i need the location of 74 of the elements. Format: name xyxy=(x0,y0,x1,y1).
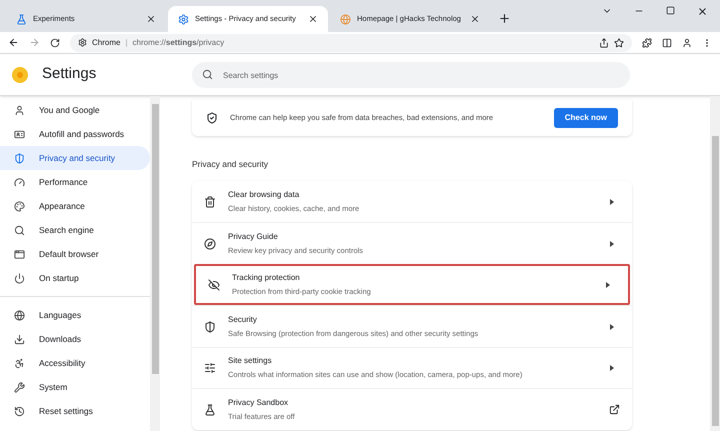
eye-off-icon xyxy=(208,278,220,290)
globe-icon xyxy=(340,14,351,24)
scrollbar[interactable] xyxy=(150,96,160,431)
side-panel-icon[interactable] xyxy=(662,38,672,48)
row-title: Security xyxy=(228,314,258,326)
download-icon xyxy=(14,334,25,344)
sidebar-item[interactable]: Appearance xyxy=(0,194,150,218)
check-now-button[interactable]: Check now xyxy=(554,108,618,128)
person-icon xyxy=(14,104,25,116)
row-title: Privacy Sandbox xyxy=(228,396,290,409)
new-tab-icon[interactable] xyxy=(498,12,511,25)
sidebar-item[interactable]: Autofill and passwords xyxy=(0,122,150,146)
maximize-icon[interactable] xyxy=(666,6,675,15)
address-bar[interactable]: Chrome | chrome://settings/privacy xyxy=(70,34,632,52)
accessibility-icon xyxy=(14,358,25,368)
sidebar-item[interactable]: Reset settings xyxy=(0,399,150,423)
palette-icon xyxy=(14,200,25,212)
sidebar-item[interactable]: You and Google xyxy=(0,98,150,122)
sidebar-item[interactable]: System xyxy=(0,375,150,399)
scrollbar[interactable] xyxy=(710,96,720,431)
reload-icon[interactable] xyxy=(50,38,60,48)
sidebar-item[interactable]: Accessibility xyxy=(0,351,150,375)
gauge-icon xyxy=(14,176,25,188)
sidebar-item[interactable]: Search engine xyxy=(0,218,150,242)
sliders-icon xyxy=(204,362,216,374)
row-title: Privacy Guide xyxy=(228,230,279,243)
settings-logo-icon xyxy=(12,66,28,82)
search-field[interactable]: Search settings xyxy=(192,62,630,88)
shield-icon xyxy=(204,320,216,332)
gear-icon xyxy=(178,14,189,24)
extensions-icon[interactable] xyxy=(642,38,652,48)
chrome-icon xyxy=(78,38,87,47)
page-title: Settings xyxy=(42,64,96,84)
close-icon[interactable] xyxy=(470,14,480,24)
flask-icon xyxy=(16,14,27,24)
card-icon xyxy=(14,128,25,140)
browser-window-icon xyxy=(14,248,25,260)
sidebar-item[interactable]: Privacy and security xyxy=(0,146,150,170)
sidebar-item[interactable]: Performance xyxy=(0,170,150,194)
arrow-icon xyxy=(610,365,614,371)
compass-icon xyxy=(204,238,216,250)
arrow-icon xyxy=(610,240,614,246)
arrow-icon xyxy=(606,282,610,288)
close-icon[interactable] xyxy=(146,14,156,24)
row-title: Tracking protection xyxy=(232,272,301,284)
power-icon xyxy=(14,272,25,284)
close-icon[interactable] xyxy=(697,6,708,17)
sidebar-item[interactable]: Languages xyxy=(0,303,150,327)
sidebar-item[interactable]: Default browser xyxy=(0,242,150,266)
profile-icon[interactable] xyxy=(682,38,692,48)
shield-icon xyxy=(206,112,218,124)
flask-icon xyxy=(204,404,216,416)
url-text: chrome://settings/privacy xyxy=(132,36,224,48)
globe-icon xyxy=(14,310,25,320)
site-name: Chrome xyxy=(92,36,120,48)
wrench-icon xyxy=(14,382,25,392)
arrow-icon xyxy=(610,324,614,330)
sidebar-item[interactable]: On startup xyxy=(0,266,150,290)
shield-icon xyxy=(14,152,25,164)
bookmark-star-icon[interactable] xyxy=(614,38,624,48)
share-icon[interactable] xyxy=(599,38,609,48)
close-icon[interactable] xyxy=(308,14,318,24)
section-title: Privacy and security xyxy=(192,158,270,171)
external-link-icon xyxy=(609,404,620,415)
search-icon xyxy=(14,224,25,236)
separator: | xyxy=(125,36,128,48)
reset-icon xyxy=(14,406,25,416)
arrow-icon xyxy=(610,198,614,204)
search-icon xyxy=(202,68,213,80)
trash-icon xyxy=(204,196,216,208)
sidebar-item[interactable]: Downloads xyxy=(0,327,150,351)
row-title: Site settings xyxy=(228,355,273,368)
back-icon[interactable] xyxy=(8,37,19,48)
row-title: Clear browsing data xyxy=(228,188,300,201)
